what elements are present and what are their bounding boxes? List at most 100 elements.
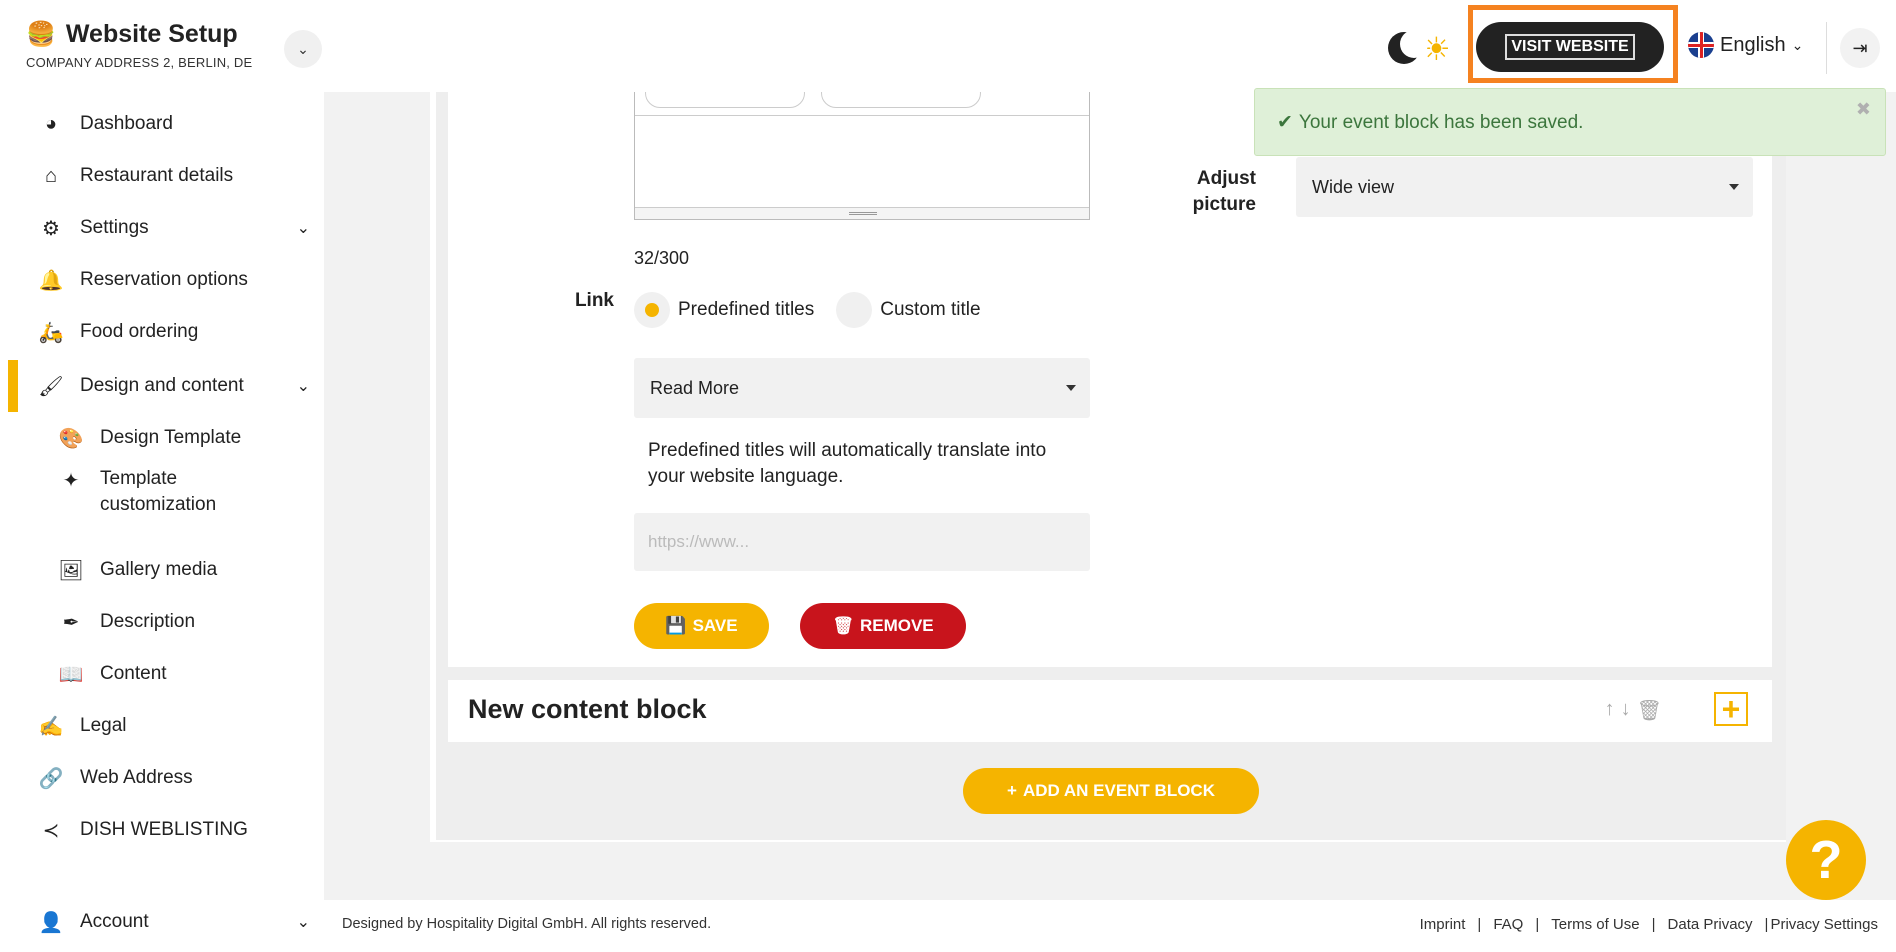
- brush-icon: 🖌: [38, 375, 64, 398]
- location-switcher-button[interactable]: ⌄: [284, 30, 322, 68]
- sidebar-item-legal[interactable]: ✍ Legal: [8, 700, 324, 752]
- home-icon: ⌂: [44, 164, 58, 187]
- plus-icon: +: [1007, 781, 1017, 800]
- sidebar-item-content[interactable]: 📖 Content: [8, 648, 324, 700]
- add-event-block-button[interactable]: + ADD AN EVENT BLOCK: [963, 768, 1259, 814]
- sidebar-item-settings[interactable]: ⚙ Settings ⌄: [8, 202, 324, 254]
- chevron-down-icon: ⌄: [296, 914, 310, 931]
- link-title-select-value: Read More: [650, 377, 740, 398]
- sidebar-item-label: Description: [100, 611, 196, 632]
- sidebar-item-label: Reservation options: [80, 269, 248, 290]
- theme-toggle[interactable]: ☀: [1386, 30, 1451, 68]
- trash-icon: 🗑: [832, 616, 854, 635]
- sidebar-item-label: Legal: [80, 715, 127, 736]
- footer-link-faq[interactable]: FAQ: [1493, 916, 1523, 933]
- save-button[interactable]: 💾 SAVE: [634, 603, 769, 649]
- uk-flag-icon: [1688, 32, 1714, 58]
- burger-logo-icon: 🍔: [26, 21, 56, 48]
- sidebar-item-label: Food ordering: [80, 321, 199, 342]
- sidebar-item-design-and-content[interactable]: 🖌 Design and content ⌄: [8, 360, 324, 412]
- gallery-icon: 🖼: [58, 559, 84, 582]
- link-label: Link: [574, 290, 614, 311]
- check-icon: ✔: [1277, 112, 1293, 133]
- sidebar-item-account[interactable]: 👤 Account ⌄: [8, 896, 324, 948]
- custom-title-radio[interactable]: [836, 292, 873, 328]
- footer-link-data-privacy[interactable]: Data Privacy: [1668, 916, 1753, 933]
- gear-icon: ⚙: [42, 217, 60, 240]
- book-icon: 📖: [58, 663, 84, 686]
- top-bar: 🍔 Website Setup COMPANY ADDRESS 2, BERLI…: [0, 0, 1896, 92]
- trash-icon[interactable]: 🗑: [1637, 698, 1662, 723]
- save-icon: 💾: [665, 616, 687, 635]
- footer-link-privacy-settings[interactable]: Privacy Settings: [1770, 916, 1878, 933]
- chevron-down-icon: ⌄: [1791, 36, 1804, 53]
- sidebar-item-label: DISH WEBLISTING: [80, 819, 248, 840]
- sidebar-item-description[interactable]: ✒ Description: [8, 596, 324, 648]
- sidebar-item-label: Design and content: [80, 375, 244, 396]
- sidebar-item-web-address[interactable]: 🔗 Web Address: [8, 752, 324, 804]
- sidebar-item-dish-weblisting[interactable]: ≺ DISH WEBLISTING: [8, 804, 324, 856]
- app-title: Website Setup: [65, 20, 238, 48]
- palette-icon: 🎨: [58, 427, 84, 450]
- sidebar-item-restaurant-details[interactable]: ⌂ Restaurant details: [8, 150, 324, 202]
- move-up-icon[interactable]: ↑: [1605, 698, 1615, 723]
- company-address: COMPANY ADDRESS 2, BERLIN, DE: [26, 55, 253, 70]
- remove-button[interactable]: 🗑 REMOVE: [800, 603, 966, 649]
- footer-link-terms[interactable]: Terms of Use: [1551, 916, 1639, 933]
- sidebar-item-label: Gallery media: [100, 559, 218, 580]
- link-title-select[interactable]: Read More: [634, 358, 1090, 418]
- content-block-title: New content block: [468, 694, 707, 724]
- language-label: English: [1720, 33, 1786, 56]
- custom-title-label[interactable]: Custom title: [880, 299, 980, 321]
- moon-icon: [1386, 30, 1428, 68]
- chevron-down-icon: [1066, 385, 1076, 391]
- pen-icon: ✒: [62, 611, 80, 634]
- success-toast: ✔ Your event block has been saved. ✖: [1254, 88, 1886, 156]
- sidebar-item-label: Dashboard: [80, 113, 173, 134]
- predefined-titles-label[interactable]: Predefined titles: [678, 299, 814, 321]
- sidebar-item-reservation-options[interactable]: 🔔 Reservation options: [8, 254, 324, 306]
- logout-icon: ⇥: [1852, 37, 1868, 58]
- sidebar-item-dashboard[interactable]: ◕ Dashboard: [8, 98, 324, 150]
- link-url-input[interactable]: [634, 513, 1090, 571]
- sidebar-item-food-ordering[interactable]: 🛵 Food ordering: [8, 306, 324, 358]
- logout-button[interactable]: ⇥: [1840, 28, 1880, 68]
- remove-button-label: REMOVE: [859, 616, 934, 635]
- legal-icon: ✍: [38, 715, 64, 738]
- content-block-bar: New content block ↑ ↓ 🗑 +: [448, 680, 1772, 742]
- link-title-options: Predefined titles Custom title: [634, 292, 981, 328]
- copyright: Designed by Hospitality Digital GmbH. Al…: [342, 916, 712, 932]
- language-selector[interactable]: English ⌄: [1688, 32, 1803, 58]
- predefined-titles-hint: Predefined titles will automatically tra…: [648, 440, 1047, 487]
- visit-website-button[interactable]: VISIT WEBSITE: [1476, 22, 1664, 72]
- block-tools: ↑ ↓ 🗑: [1605, 698, 1662, 723]
- sidebar-item-label: Settings: [80, 217, 149, 238]
- footer-link-imprint[interactable]: Imprint: [1420, 916, 1466, 933]
- character-count: 32/300: [634, 248, 690, 268]
- sidebar-item-label: Web Address: [80, 767, 193, 788]
- close-icon[interactable]: ✖: [1856, 99, 1871, 120]
- save-button-label: SAVE: [692, 616, 738, 635]
- user-icon: 👤: [38, 911, 64, 934]
- food-ordering-icon: 🛵: [38, 321, 64, 344]
- sidebar-item-label: Account: [80, 911, 149, 932]
- brand: 🍔 Website Setup COMPANY ADDRESS 2, BERLI…: [26, 20, 252, 70]
- footer: Designed by Hospitality Digital GmbH. Al…: [324, 900, 1896, 952]
- help-button[interactable]: ?: [1786, 820, 1866, 900]
- toast-message: Your event block has been saved.: [1298, 111, 1584, 133]
- sidebar-item-gallery-media[interactable]: 🖼 Gallery media: [8, 544, 324, 596]
- adjust-picture-select[interactable]: Wide view: [1296, 157, 1753, 217]
- editor-resize-handle[interactable]: [635, 207, 1089, 219]
- rich-text-editor[interactable]: [634, 78, 1090, 220]
- visit-website-label: VISIT WEBSITE: [1505, 34, 1635, 60]
- sidebar-item-label: Template customization: [100, 468, 217, 515]
- editor-toolbar: [635, 78, 1089, 116]
- predefined-titles-radio[interactable]: [634, 292, 670, 328]
- add-block-icon[interactable]: +: [1714, 692, 1748, 726]
- question-icon: ?: [1809, 830, 1843, 890]
- adjust-picture-label: Adjust picture: [1192, 168, 1256, 215]
- move-down-icon[interactable]: ↓: [1621, 698, 1631, 723]
- sidebar-item-template-customization[interactable]: ✦ Template customization: [8, 466, 324, 526]
- sidebar-item-design-template[interactable]: 🎨 Design Template: [8, 412, 324, 464]
- adjust-picture-value: Wide view: [1312, 176, 1395, 197]
